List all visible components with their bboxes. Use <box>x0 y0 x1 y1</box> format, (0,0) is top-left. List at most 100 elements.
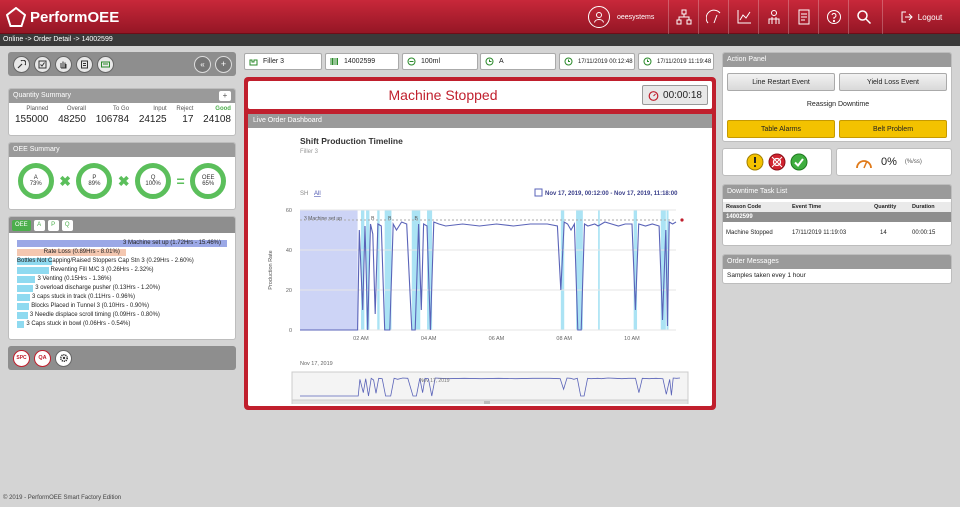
pareto-row[interactable]: 3 overload discharge pusher (0.13Hrs - 1… <box>17 284 231 293</box>
qty-good: Good 24108 <box>203 106 231 125</box>
pareto-bar <box>17 285 34 292</box>
shift-name: A <box>499 58 504 65</box>
qty-reject: Reject 17 <box>176 106 193 125</box>
yield-loss-button[interactable]: Yield Loss Event <box>839 73 947 91</box>
pareto-row[interactable]: 3 caps stuck in track (0.11Hrs - 0.96%) <box>17 293 231 302</box>
production-timeline-chart[interactable]: SH All Nov 17, 2019, 00:12:00 - Nov 17, 20… <box>248 128 712 404</box>
tab-a[interactable]: A <box>33 219 45 231</box>
pareto-bar <box>17 321 25 328</box>
col-header: Duration <box>912 204 935 210</box>
pareto-row[interactable]: Reventing Fill M/C 3 (0.26Hrs - 2.32%) <box>17 266 231 275</box>
document-icon[interactable] <box>76 55 93 73</box>
pareto-row[interactable]: 3 Venting (0.15Hrs - 1.36%) <box>17 275 231 284</box>
table-row[interactable]: Machine Stopped 17/11/2019 11:19:03 14 0… <box>723 227 951 239</box>
gauge-icon[interactable] <box>698 0 728 34</box>
reassign-downtime-link[interactable]: Reassign Downtime <box>723 101 953 108</box>
search-icon[interactable] <box>848 0 878 34</box>
status-indicators <box>722 148 832 176</box>
help-icon[interactable] <box>818 0 848 34</box>
shift-info: A <box>480 53 556 70</box>
quantity-summary-title: Quantity Summary + <box>9 89 235 103</box>
y-tick-label: 60 <box>286 208 292 214</box>
oee-gauges: A 73% ✖ P 89% ✖ Q 100% = OEE 65% <box>9 157 235 205</box>
hierarchy-icon[interactable] <box>668 0 698 34</box>
ok-check-icon[interactable] <box>790 153 808 171</box>
qa-button[interactable]: QA <box>34 349 51 367</box>
pareto-bar <box>17 303 30 310</box>
nav-icons <box>668 0 878 34</box>
line-chart-icon[interactable] <box>728 0 758 34</box>
tab-p[interactable]: P <box>47 219 59 231</box>
qty-overall: Overall 48250 <box>58 106 86 125</box>
barcode-icon <box>330 58 338 65</box>
add-icon[interactable]: + <box>215 55 232 73</box>
top-bar: PerformOEE oeesystems Logout <box>0 0 960 34</box>
y-tick-label: 20 <box>286 288 292 294</box>
message-text: Samples taken evey 1 hour <box>727 272 806 279</box>
settings-gear-icon[interactable] <box>55 349 72 367</box>
user-menu[interactable]: oeesystems <box>588 5 654 29</box>
bottom-toolbar: SPC QA <box>8 346 236 370</box>
terminal-icon[interactable] <box>97 55 114 73</box>
machine-status: Machine Stopped <box>388 87 498 103</box>
machine-info: Filler 3 <box>244 53 322 70</box>
dashboard-header: Live Order Dashboard <box>248 114 712 128</box>
hand-icon[interactable] <box>55 55 72 73</box>
belt-problem-button[interactable]: Belt Problem <box>839 120 947 138</box>
cell: Machine Stopped <box>726 230 773 236</box>
report-icon[interactable] <box>788 0 818 34</box>
warning-icon[interactable] <box>746 153 764 171</box>
pareto-row[interactable]: Rate Loss (0.89Hrs - 8.01%) <box>17 248 231 257</box>
tab-oee[interactable]: OEE <box>12 219 31 231</box>
line-restart-button[interactable]: Line Restart Event <box>727 73 835 91</box>
qty-label: Planned <box>26 106 49 112</box>
downtime-group-row[interactable]: 14002599 <box>723 212 951 222</box>
qty-value: 24125 <box>138 114 167 125</box>
order-number: 14002599 <box>344 58 376 65</box>
pareto-row[interactable]: Blocks Placed in Tunnel 3 (0.10Hrs - 0.9… <box>17 302 231 311</box>
scroll-handle <box>484 401 490 404</box>
checklist-icon[interactable] <box>34 55 51 73</box>
col-header: Event Time <box>792 204 822 210</box>
x-tick-label: 10 AM <box>624 336 640 342</box>
availability-gauge[interactable]: A 73% <box>17 163 54 199</box>
speed-unit: (%/ss) <box>904 159 922 165</box>
alarm-icon[interactable] <box>768 153 786 171</box>
quality-gauge[interactable]: Q 100% <box>135 163 172 199</box>
quantity-row: Planned 155000 Overall 48250 To Go 106784 I… <box>9 103 235 125</box>
table-alarms-button[interactable]: Table Alarms <box>727 120 835 138</box>
pareto-label: Bottles Not Capping/Raised Stoppers Cap … <box>17 257 194 266</box>
end-time: 17/11/2019 11:19:48 <box>657 58 712 65</box>
user-icon <box>588 6 610 28</box>
clock-icon <box>643 57 652 66</box>
start-time: 17/11/2019 00:12:48 <box>578 58 633 65</box>
tab-q[interactable]: Q <box>61 219 73 231</box>
navigator-mark: Nov 17, 2019 <box>420 378 450 384</box>
performance-gauge[interactable]: P 89% <box>76 163 113 199</box>
spc-button[interactable]: SPC <box>13 349 30 367</box>
speedometer-icon <box>856 160 872 169</box>
logout-button[interactable]: Logout <box>882 0 960 34</box>
downtime-task-list: Downtime Task List Reason Code Event Tim… <box>722 184 952 246</box>
user-name: oeesystems <box>617 13 655 21</box>
collapse-icon[interactable]: « <box>194 55 211 73</box>
equals-operator: = <box>176 173 185 189</box>
pareto-label: Reventing Fill M/C 3 (0.26Hrs - 2.32%) <box>50 267 154 273</box>
app-logo[interactable]: PerformOEE <box>6 6 119 28</box>
pareto-row[interactable]: Bottles Not Capping/Raised Stoppers Cap … <box>17 257 231 266</box>
qty-label: Good <box>215 106 231 112</box>
pareto-row[interactable]: 3 Needle displace scroll timing (0.09Hrs… <box>17 311 231 320</box>
pareto-row[interactable]: 3 Caps stuck in bowl (0.06Hrs - 0.54%) <box>17 320 231 329</box>
quantity-add-button[interactable]: + <box>219 91 231 101</box>
pareto-row[interactable]: 3 Machine set up (1.72Hrs - 15.46%) <box>17 239 231 248</box>
operator-icon[interactable] <box>758 0 788 34</box>
qty-to-go: To Go 106784 <box>96 106 129 125</box>
clock-icon <box>564 57 573 66</box>
oee-gauge[interactable]: OEE 65% <box>190 163 227 199</box>
pareto-bar <box>17 312 28 319</box>
y-tick-label: 40 <box>286 248 292 254</box>
downtime-timer: 00:00:18 <box>642 85 708 105</box>
filter-all: All <box>314 191 321 197</box>
gauge-value: 100% <box>145 181 161 187</box>
tool-icon[interactable] <box>13 55 30 73</box>
